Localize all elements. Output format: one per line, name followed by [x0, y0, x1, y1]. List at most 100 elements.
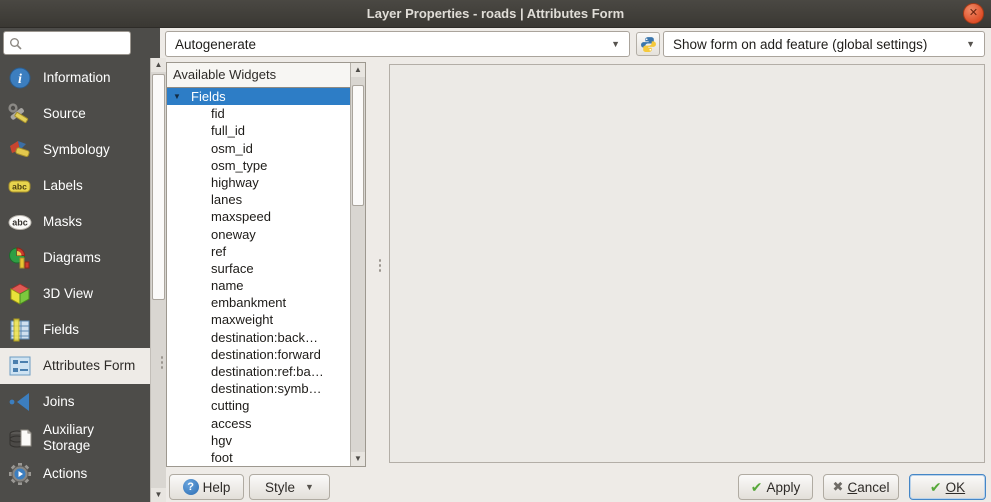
chevron-down-icon: ▼	[611, 39, 620, 49]
widgets-tree-scrollbar[interactable]: ▲ ▼	[350, 63, 365, 466]
tree-item-label: destination:back…	[211, 330, 318, 345]
tree-item-field[interactable]: full_id	[167, 122, 350, 139]
close-icon[interactable]: ✕	[963, 3, 984, 24]
tree-item-label: osm_type	[211, 158, 267, 173]
tree-item-field[interactable]: cutting	[167, 397, 350, 414]
sidebar-item-label: Fields	[43, 322, 79, 338]
tree-item-field[interactable]: embankment	[167, 294, 350, 311]
tree-item-fields-group[interactable]: ▼ Fields	[167, 88, 350, 105]
cancel-button[interactable]: ✖ Cancel	[823, 474, 899, 500]
sidebar-item-auxiliary-storage[interactable]: Auxiliary Storage	[0, 420, 150, 456]
scroll-up-icon[interactable]: ▲	[351, 63, 365, 77]
tree-item-field[interactable]: osm_id	[167, 140, 350, 157]
widgets-tree: ▼ Fields fid full_id osm_id osm_type hig…	[167, 88, 350, 466]
tree-item-label: Fields	[191, 89, 226, 104]
tree-item-field[interactable]: highway	[167, 174, 350, 191]
chevron-down-icon: ▼	[305, 482, 314, 492]
diagrams-icon	[8, 246, 34, 270]
python-init-button[interactable]	[636, 32, 660, 56]
sidebar-item-diagrams[interactable]: Diagrams	[0, 240, 150, 276]
sidebar-item-label: Masks	[43, 214, 82, 230]
autogenerate-dropdown-value: Autogenerate	[175, 37, 256, 52]
splitter-handle[interactable]	[160, 355, 164, 371]
autogenerate-dropdown[interactable]: Autogenerate ▼	[165, 31, 630, 57]
title-bar[interactable]: Layer Properties - roads | Attributes Fo…	[0, 0, 991, 28]
tree-item-field[interactable]: maxspeed	[167, 208, 350, 225]
tree-item-field[interactable]: fid	[167, 105, 350, 122]
tree-item-label: surface	[211, 261, 254, 276]
search-box[interactable]	[3, 31, 131, 55]
apply-button[interactable]: ✔ Apply	[738, 474, 813, 500]
sidebar-item-symbology[interactable]: Symbology	[0, 132, 150, 168]
tree-item-label: hgv	[211, 433, 232, 448]
style-button[interactable]: Style ▼	[249, 474, 330, 500]
tree-item-field[interactable]: access	[167, 415, 350, 432]
tree-item-label: destination:symb…	[211, 381, 322, 396]
layer-properties-dialog: Layer Properties - roads | Attributes Fo…	[0, 0, 991, 502]
fields-icon	[8, 318, 34, 342]
form-open-mode-value: Show form on add feature (global setting…	[673, 37, 927, 52]
tree-item-field[interactable]: destination:forward	[167, 346, 350, 363]
tree-item-field[interactable]: lanes	[167, 191, 350, 208]
sidebar-item-fields[interactable]: Fields	[0, 312, 150, 348]
tree-item-label: osm_id	[211, 141, 253, 156]
attributes-form-icon	[8, 354, 34, 378]
x-icon: ✖	[833, 479, 844, 495]
search-icon	[9, 37, 22, 50]
sidebar-item-label: Labels	[43, 178, 83, 194]
scroll-down-icon[interactable]: ▼	[151, 488, 166, 502]
tree-item-field[interactable]: ref	[167, 243, 350, 260]
help-icon: ?	[183, 479, 199, 495]
tree-item-field[interactable]: destination:symb…	[167, 380, 350, 397]
properties-sidebar: i Information Source Symbology abc Label…	[0, 58, 150, 502]
sidebar-item-label: Actions	[43, 466, 87, 482]
tree-item-field[interactable]: name	[167, 277, 350, 294]
sidebar-scrollbar[interactable]: ▲ ▼	[150, 58, 166, 502]
tree-item-label: full_id	[211, 123, 245, 138]
tree-item-field[interactable]: maxweight	[167, 311, 350, 328]
information-icon: i	[8, 66, 34, 90]
auxiliary-storage-icon	[8, 426, 34, 450]
sidebar-item-attributes-form[interactable]: Attributes Form	[0, 348, 150, 384]
search-input[interactable]	[26, 36, 122, 50]
tree-item-label: highway	[211, 175, 259, 190]
sidebar-item-label: Symbology	[43, 142, 110, 158]
sidebar-item-3d-view[interactable]: 3D View	[0, 276, 150, 312]
expand-arrow-icon[interactable]: ▼	[173, 88, 181, 105]
available-widgets-header: Available Widgets	[167, 63, 350, 88]
window-title: Layer Properties - roads | Attributes Fo…	[0, 0, 991, 28]
sidebar-item-actions[interactable]: Actions	[0, 456, 150, 492]
scrollbar-thumb[interactable]	[152, 74, 165, 300]
svg-text:abc: abc	[12, 218, 28, 228]
sidebar-item-label: 3D View	[43, 286, 93, 302]
tree-item-field[interactable]: destination:back…	[167, 329, 350, 346]
sidebar-item-labels[interactable]: abc Labels	[0, 168, 150, 204]
help-button-label: Help	[203, 480, 231, 495]
form-open-mode-dropdown[interactable]: Show form on add feature (global setting…	[663, 31, 985, 57]
check-icon: ✔	[751, 479, 763, 496]
tree-item-field[interactable]: oneway	[167, 226, 350, 243]
actions-icon	[8, 462, 34, 486]
sidebar-item-label: Information	[43, 70, 111, 86]
tree-item-field[interactable]: osm_type	[167, 157, 350, 174]
splitter-handle[interactable]	[378, 258, 382, 274]
sidebar-item-masks[interactable]: abc Masks	[0, 204, 150, 240]
ok-button[interactable]: ✔ OK	[909, 474, 986, 500]
sidebar-item-joins[interactable]: Joins	[0, 384, 150, 420]
tree-item-field[interactable]: surface	[167, 260, 350, 277]
scroll-up-icon[interactable]: ▲	[151, 58, 166, 72]
sidebar-item-information[interactable]: i Information	[0, 60, 150, 96]
help-button[interactable]: ? Help	[169, 474, 244, 500]
tree-item-field[interactable]: foot	[167, 449, 350, 466]
tree-item-field[interactable]: hgv	[167, 432, 350, 449]
scrollbar-thumb[interactable]	[352, 85, 364, 206]
tree-item-label: ref	[211, 244, 226, 259]
scroll-down-icon[interactable]: ▼	[351, 452, 365, 466]
sidebar-item-source[interactable]: Source	[0, 96, 150, 132]
tree-item-field[interactable]: destination:ref:ba…	[167, 363, 350, 380]
sidebar-item-label: Auxiliary Storage	[43, 422, 139, 454]
sidebar-item-label: Joins	[43, 394, 75, 410]
tree-item-label: destination:forward	[211, 347, 321, 362]
tree-item-label: maxweight	[211, 312, 273, 327]
tree-item-label: access	[211, 416, 251, 431]
